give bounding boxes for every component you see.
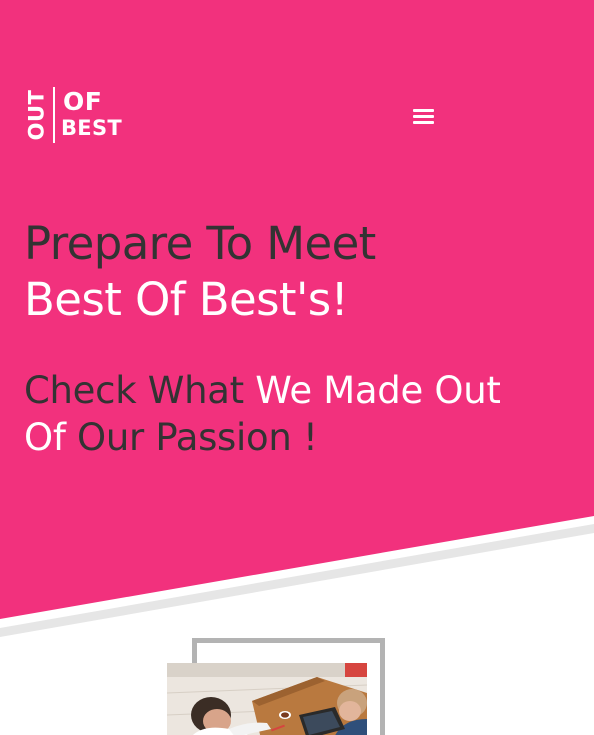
- team-working-photo: [167, 663, 367, 735]
- hero-subheading: Check What We Made Out Of Our Passion !: [24, 367, 501, 461]
- hero-headline: Prepare To Meet Best Of Best's!: [24, 216, 376, 328]
- hero-headline-line2: Best Of Best's!: [24, 273, 349, 326]
- menu-bar: [413, 115, 434, 118]
- hero-headline-line1: Prepare To Meet: [24, 217, 376, 270]
- logo-vertical-text-wrap: OUT: [24, 86, 50, 144]
- page: OUT OF BEST Prepare To Meet Best Of Best…: [0, 0, 594, 735]
- menu-bar: [413, 109, 434, 112]
- logo-divider: [53, 87, 55, 143]
- subhead-part4: Our Passion !: [77, 416, 318, 459]
- subhead-part2: We Made Out: [255, 369, 501, 412]
- brand-logo[interactable]: OUT OF BEST: [24, 86, 126, 144]
- hamburger-menu-icon[interactable]: [406, 101, 440, 131]
- logo-vertical-text: OUT: [24, 89, 49, 141]
- subhead-part1: Check What: [24, 369, 256, 412]
- logo-top-text: OF: [63, 87, 103, 116]
- logo-bottom-text: BEST: [61, 116, 123, 140]
- subhead-part3: Of: [24, 416, 78, 459]
- menu-bar: [413, 121, 434, 124]
- hero-shadow-edge: [0, 524, 594, 637]
